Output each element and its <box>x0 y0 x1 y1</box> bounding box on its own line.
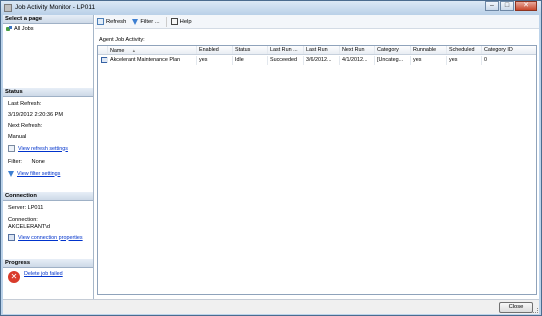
column-header-scheduled[interactable]: Scheduled <box>447 46 482 54</box>
column-header-category[interactable]: Category <box>375 46 411 54</box>
connection-header: Connection <box>3 192 93 201</box>
cell-last-run-outcome: Succeeded <box>268 55 304 65</box>
close-window-button[interactable]: ✕ <box>515 1 537 11</box>
help-button[interactable]: Help <box>170 18 192 25</box>
next-refresh-label: Next Refresh: <box>8 123 43 129</box>
footer: Close <box>3 299 539 314</box>
connection-label: Connection: <box>8 217 38 223</box>
column-header-category-id[interactable]: Category ID <box>482 46 534 54</box>
filter-icon <box>132 18 139 25</box>
cell-enabled: yes <box>197 55 233 65</box>
connection-value: AKCELERANT\d <box>8 224 50 230</box>
window-controls: – □ ✕ <box>484 1 537 11</box>
status-header: Status <box>3 88 93 97</box>
app-icon <box>4 4 12 12</box>
view-refresh-settings-link[interactable]: View refresh settings <box>18 146 68 152</box>
column-header-name[interactable]: Name ▲ <box>108 46 197 54</box>
column-header-last-run-outcome[interactable]: Last Run ... <box>268 46 304 54</box>
refresh-icon <box>97 18 104 25</box>
column-header-next-run[interactable]: Next Run <box>340 46 375 54</box>
minimize-button[interactable]: – <box>485 1 499 11</box>
filter-row: Filter: None <box>8 157 88 168</box>
last-refresh-value: 3/19/2012 2:20:36 PM <box>8 112 64 118</box>
job-icon <box>101 57 107 63</box>
main-panel: Refresh Filter ... Help Agent Job Activi… <box>95 15 539 299</box>
filter-label: Filter ... <box>140 18 160 25</box>
page-item-label: All Jobs <box>14 25 34 32</box>
server-text: Server: LP011 <box>8 205 44 211</box>
column-header-name-label: Name <box>110 48 125 54</box>
cell-scheduled: yes <box>447 55 482 65</box>
help-icon <box>170 18 178 25</box>
column-header-last-run[interactable]: Last Run <box>304 46 340 54</box>
select-page-header: Select a page <box>3 15 93 24</box>
select-page-section: Select a page All Jobs <box>3 15 93 33</box>
next-refresh-value: Manual <box>8 134 27 140</box>
agent-job-activity-label: Agent Job Activity: <box>99 37 145 43</box>
error-icon: ✕ <box>8 271 20 283</box>
progress-message-link[interactable]: Delete job failed <box>24 271 63 277</box>
filter-button[interactable]: Filter ... <box>132 18 160 25</box>
cell-status: Idle <box>233 55 268 65</box>
title-bar: Job Activity Monitor - LP011 – □ ✕ <box>1 1 541 15</box>
table-row[interactable]: Akcelerant Maintenance Plan yes Idle Suc… <box>98 55 536 65</box>
filter-value: None <box>31 159 45 165</box>
sort-ascending-icon: ▲ <box>131 48 136 53</box>
progress-section: Progress ✕ Delete job failed <box>3 259 93 285</box>
toolbar-separator <box>165 16 167 27</box>
status-section: Status Last Refresh: 3/19/2012 2:20:36 P… <box>3 88 93 181</box>
client-area: Select a page All Jobs Status Last Refre… <box>3 15 539 314</box>
column-header-runnable[interactable]: Runnable <box>411 46 447 54</box>
grid-header: Name ▲ Enabled Status Last Run ... Last … <box>98 46 536 55</box>
help-label: Help <box>179 18 192 25</box>
connection-properties-icon <box>8 234 15 241</box>
cell-runnable: yes <box>411 55 447 65</box>
column-header-enabled[interactable]: Enabled <box>197 46 233 54</box>
cell-name: Akcelerant Maintenance Plan <box>108 55 197 65</box>
job-grid: Name ▲ Enabled Status Last Run ... Last … <box>97 45 537 295</box>
left-panel: Select a page All Jobs Status Last Refre… <box>3 15 94 299</box>
last-refresh-label: Last Refresh: <box>8 101 42 107</box>
connection-section: Connection Server: LP011 Connection: AKC… <box>3 192 93 245</box>
refresh-label: Refresh <box>106 18 127 25</box>
view-filter-settings-link[interactable]: View filter settings <box>17 171 60 177</box>
jobs-icon <box>6 25 12 32</box>
view-connection-properties-row[interactable]: View connection properties <box>8 232 88 243</box>
view-connection-properties-link[interactable]: View connection properties <box>18 235 83 241</box>
toolbar: Refresh Filter ... Help <box>95 15 539 29</box>
filter-label: Filter: <box>8 159 22 165</box>
progress-header: Progress <box>3 259 93 268</box>
row-icon-cell <box>98 57 108 63</box>
refresh-settings-icon <box>8 145 15 152</box>
cell-category-id: 0 <box>484 56 487 63</box>
window: Job Activity Monitor - LP011 – □ ✕ Selec… <box>0 0 542 316</box>
view-filter-settings-row[interactable]: View filter settings <box>8 168 88 179</box>
view-refresh-settings-row[interactable]: View refresh settings <box>8 143 88 154</box>
resize-grip-icon[interactable] <box>533 308 538 313</box>
window-title: Job Activity Monitor - LP011 <box>15 4 96 11</box>
cell-category: [Uncateg... <box>375 55 411 65</box>
close-button[interactable]: Close <box>499 302 533 313</box>
page-item-all-jobs[interactable]: All Jobs <box>3 24 93 33</box>
cell-last-run: 3/6/2012... <box>304 55 340 65</box>
refresh-button[interactable]: Refresh <box>97 18 126 25</box>
filter-icon <box>8 170 14 177</box>
column-header-icon[interactable] <box>98 46 108 54</box>
column-header-status[interactable]: Status <box>233 46 268 54</box>
maximize-button[interactable]: □ <box>500 1 514 11</box>
cell-next-run: 4/1/2012... <box>340 55 375 65</box>
